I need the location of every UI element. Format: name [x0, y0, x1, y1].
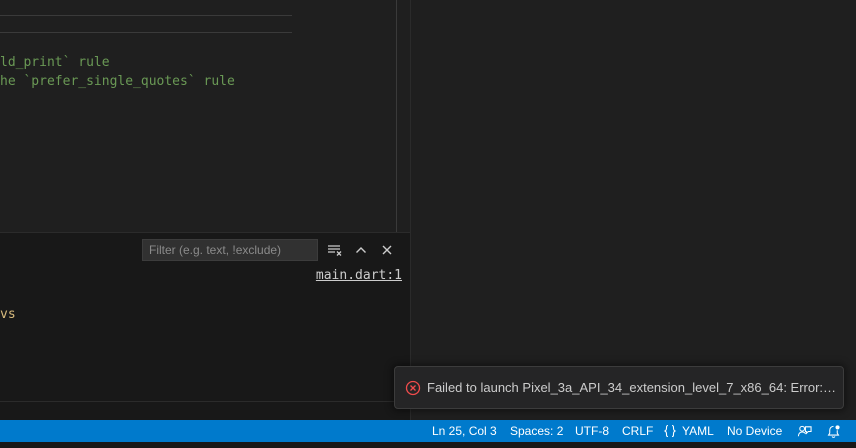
output-filter-input[interactable] — [142, 239, 318, 261]
status-feedback-button[interactable] — [797, 420, 812, 442]
editor-group-divider[interactable] — [410, 0, 411, 420]
clear-output-button[interactable] — [325, 240, 345, 260]
window-bottom-edge — [0, 442, 856, 448]
status-bar: Ln 25, Col 3 Spaces: 2 UTF-8 CRLF YAML N… — [0, 420, 856, 442]
bell-dot-icon — [827, 424, 840, 438]
panel-divider — [0, 401, 410, 402]
status-cursor-position[interactable]: Ln 25, Col 3 — [432, 420, 497, 442]
status-device[interactable]: No Device — [727, 420, 782, 442]
output-panel: main.dart:1 vs — [0, 232, 410, 420]
clear-all-icon — [328, 245, 342, 256]
error-notification[interactable]: Failed to launch Pixel_3a_API_34_extensi… — [394, 366, 844, 409]
output-source-link[interactable]: main.dart:1 — [316, 268, 402, 283]
close-panel-button[interactable] — [377, 240, 397, 260]
status-notifications-button[interactable] — [826, 420, 841, 442]
status-indentation[interactable]: Spaces: 2 — [510, 420, 563, 442]
status-language-mode[interactable]: YAML — [663, 420, 714, 442]
editor-rule-line — [0, 32, 292, 33]
editor-rule-line — [0, 15, 292, 16]
braces-icon — [663, 424, 677, 438]
maximize-panel-button[interactable] — [351, 240, 371, 260]
code-line[interactable]: he `prefer_single_quotes` rule — [0, 72, 235, 91]
editor-scrollbar-edge — [396, 0, 397, 232]
close-icon — [382, 245, 392, 255]
editor-group-left: ld_print` rule he `prefer_single_quotes`… — [0, 0, 410, 232]
editor-group-right[interactable] — [410, 0, 856, 420]
status-encoding[interactable]: UTF-8 — [575, 420, 609, 442]
notification-message: Failed to launch Pixel_3a_API_34_extensi… — [427, 380, 839, 395]
status-eol[interactable]: CRLF — [622, 420, 653, 442]
output-text: vs — [0, 307, 16, 322]
chevron-up-icon — [356, 247, 366, 253]
language-mode-label: YAML — [682, 424, 714, 438]
feedback-icon — [797, 425, 812, 436]
code-line[interactable]: ld_print` rule — [0, 53, 110, 72]
error-circle-icon — [405, 380, 421, 395]
